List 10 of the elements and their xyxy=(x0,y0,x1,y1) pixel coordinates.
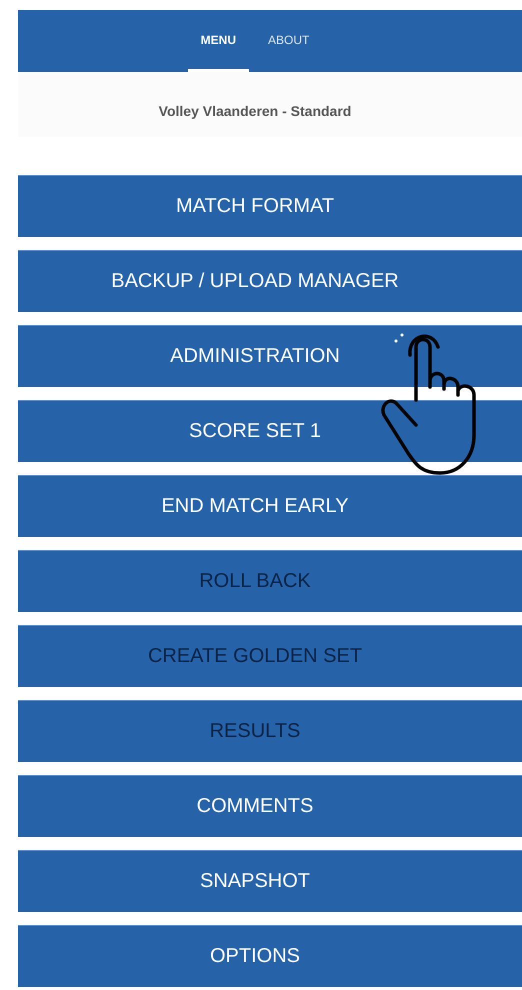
menu-button[interactable]: MATCH FORMAT xyxy=(18,175,522,237)
menu-button[interactable]: SNAPSHOT xyxy=(18,850,522,912)
menu-button[interactable]: COMMENTS xyxy=(18,775,522,837)
menu-tab[interactable]: ABOUT xyxy=(255,10,322,72)
menu-button[interactable]: END MATCH EARLY xyxy=(18,475,522,537)
subtitle: Volley Vlaanderen - Standard xyxy=(158,102,352,118)
menu-button[interactable]: SCORE SET 1 xyxy=(18,400,522,462)
menu-button[interactable]: OPTIONS xyxy=(18,925,522,987)
menu-button[interactable]: BACKUP / UPLOAD MANAGER xyxy=(18,250,522,312)
menu-button[interactable]: ADMINISTRATION xyxy=(18,325,522,387)
